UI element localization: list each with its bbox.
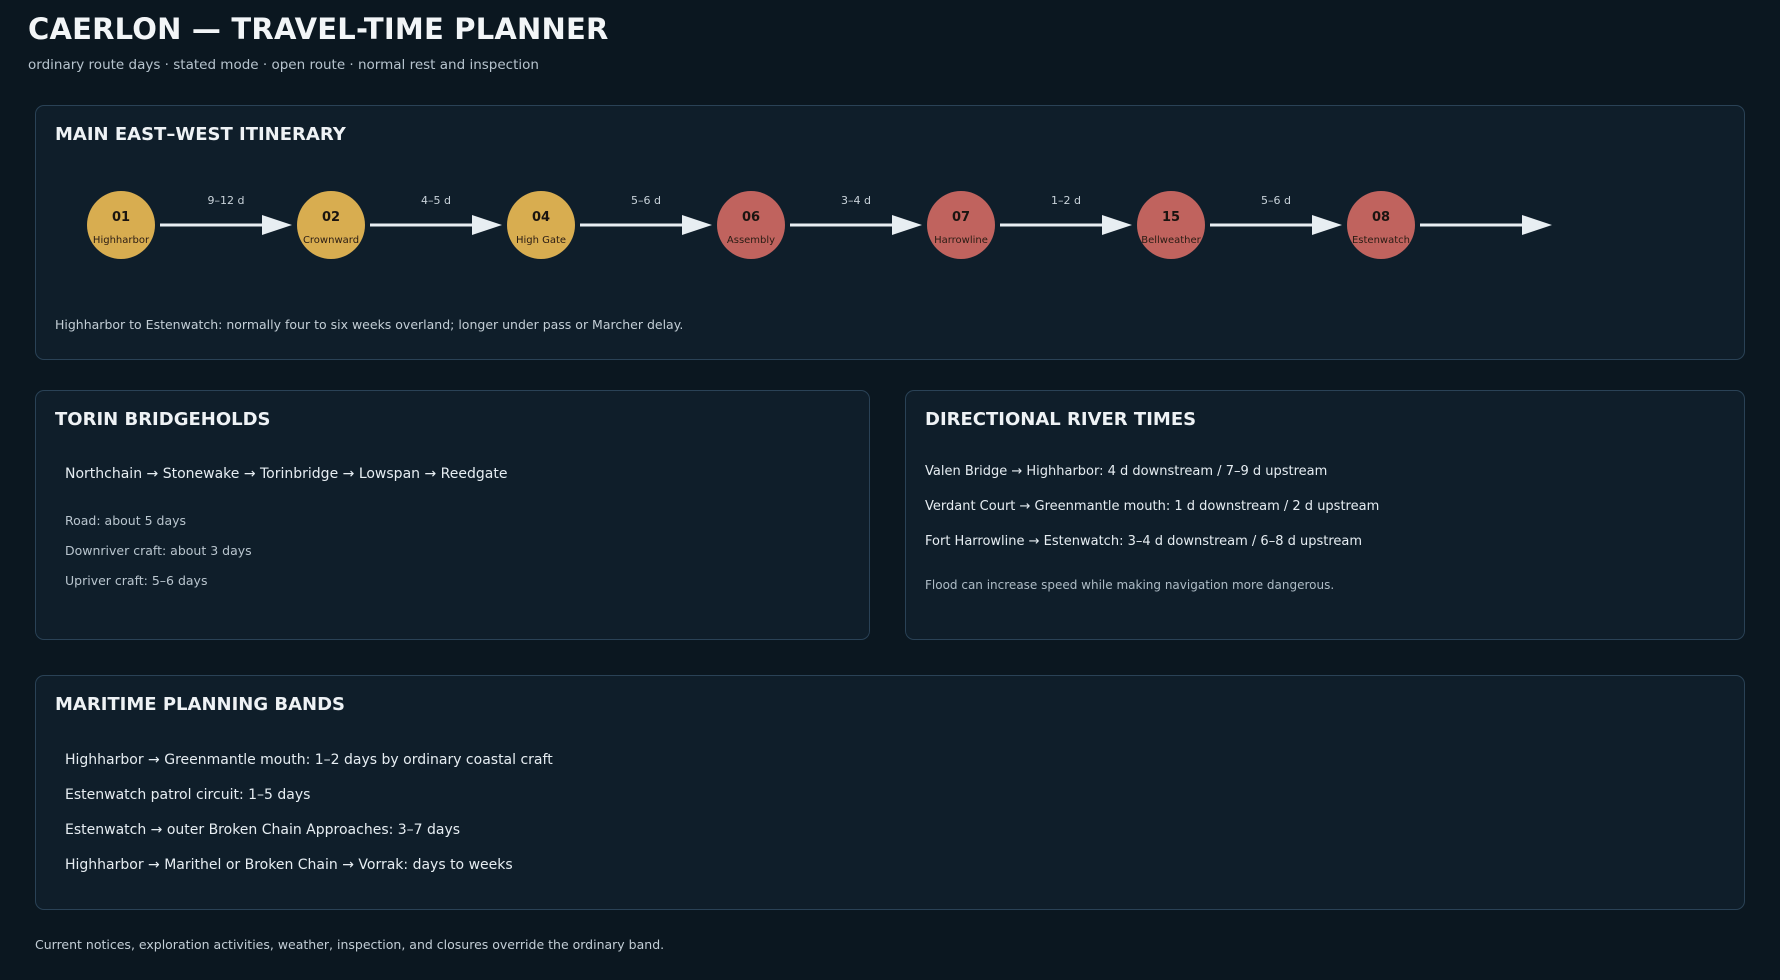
stop-number: 15	[1162, 210, 1180, 225]
stop-number: 01	[112, 210, 130, 225]
torin-title: TORIN BRIDGEHOLDS	[55, 409, 271, 430]
leg-duration-label: 5–6 d	[1261, 194, 1291, 207]
leg-duration-label: 5–6 d	[631, 194, 661, 207]
leg-arrow-head	[1522, 215, 1552, 235]
stop-number: 07	[952, 210, 970, 225]
river-panel: DIRECTIONAL RIVER TIMES Valen Bridge → H…	[905, 390, 1745, 640]
maritime-panel: MARITIME PLANNING BANDS Highharbor → Gre…	[35, 675, 1745, 910]
river-title: DIRECTIONAL RIVER TIMES	[925, 409, 1197, 430]
stop-name: High Gate	[516, 235, 566, 246]
maritime-item: Estenwatch → outer Broken Chain Approach…	[65, 822, 461, 838]
stop-node	[87, 191, 155, 259]
leg-arrow-head	[1102, 215, 1132, 235]
mode-road: Road: about 5 days	[65, 513, 187, 528]
leg-duration-label: 3–4 d	[841, 194, 871, 207]
river-item: Valen Bridge → Highharbor: 4 d downstrea…	[925, 464, 1328, 479]
stop-node	[507, 191, 575, 259]
river-note: Flood can increase speed while making na…	[925, 578, 1335, 592]
maritime-item: Estenwatch patrol circuit: 1–5 days	[65, 787, 311, 803]
stop-number: 08	[1372, 210, 1390, 225]
maritime-list: Highharbor → Greenmantle mouth: 1–2 days…	[65, 751, 553, 891]
maritime-item: Highharbor → Marithel or Broken Chain → …	[65, 857, 513, 873]
page-title: CAERLON — TRAVEL-TIME PLANNER	[28, 12, 609, 46]
maritime-title: MARITIME PLANNING BANDS	[55, 694, 345, 715]
maritime-item: Highharbor → Greenmantle mouth: 1–2 days…	[65, 752, 553, 768]
torin-route: Northchain → Stonewake → Torinbridge → L…	[65, 466, 508, 482]
leg-arrow-head	[892, 215, 922, 235]
leg-arrow-head	[682, 215, 712, 235]
stop-name: Harrowline	[934, 235, 988, 246]
itinerary-note: Highharbor to Estenwatch: normally four …	[55, 317, 684, 332]
stop-node	[717, 191, 785, 259]
stop-node	[1137, 191, 1205, 259]
river-item: Verdant Court → Greenmantle mouth: 1 d d…	[925, 499, 1380, 514]
stop-name: Crownward	[303, 235, 359, 246]
stop-node	[297, 191, 365, 259]
leg-arrow-head	[262, 215, 292, 235]
leg-arrow-head	[1312, 215, 1342, 235]
stop-name: Bellweather	[1141, 235, 1201, 246]
river-item: Fort Harrowline → Estenwatch: 3–4 d down…	[925, 534, 1363, 549]
stop-name: Estenwatch	[1352, 235, 1410, 246]
footer-note: Current notices, exploration activities,…	[35, 937, 665, 952]
torin-panel: TORIN BRIDGEHOLDS Northchain → Stonewake…	[35, 390, 870, 640]
mode-downriver: Downriver craft: about 3 days	[65, 543, 252, 558]
stop-number: 02	[322, 210, 340, 225]
mode-upriver: Upriver craft: 5–6 days	[65, 573, 208, 588]
stop-number: 04	[532, 210, 550, 225]
itinerary-panel: MAIN EAST–WEST ITINERARY 9–12 d 01 Highhar…	[35, 105, 1745, 360]
page-subtitle: ordinary route days · stated mode · open…	[28, 57, 539, 73]
stop-name: Assembly	[727, 235, 775, 246]
itinerary-diagram: 9–12 d 01 Highharbor 4–5 d 02 Crownward 5–6 d 0…	[87, 191, 1552, 259]
leg-duration-label: 4–5 d	[421, 194, 451, 207]
stop-number: 06	[742, 210, 760, 225]
stop-name: Highharbor	[93, 235, 150, 246]
stop-node	[1347, 191, 1415, 259]
leg-arrow-head	[472, 215, 502, 235]
torin-mode-list: Road: about 5 days Downriver craft: abou…	[65, 513, 252, 603]
leg-duration-label: 9–12 d	[208, 194, 245, 207]
river-list: Valen Bridge → Highharbor: 4 d downstrea…	[925, 463, 1379, 568]
stop-node	[927, 191, 995, 259]
leg-duration-label: 1–2 d	[1051, 194, 1081, 207]
